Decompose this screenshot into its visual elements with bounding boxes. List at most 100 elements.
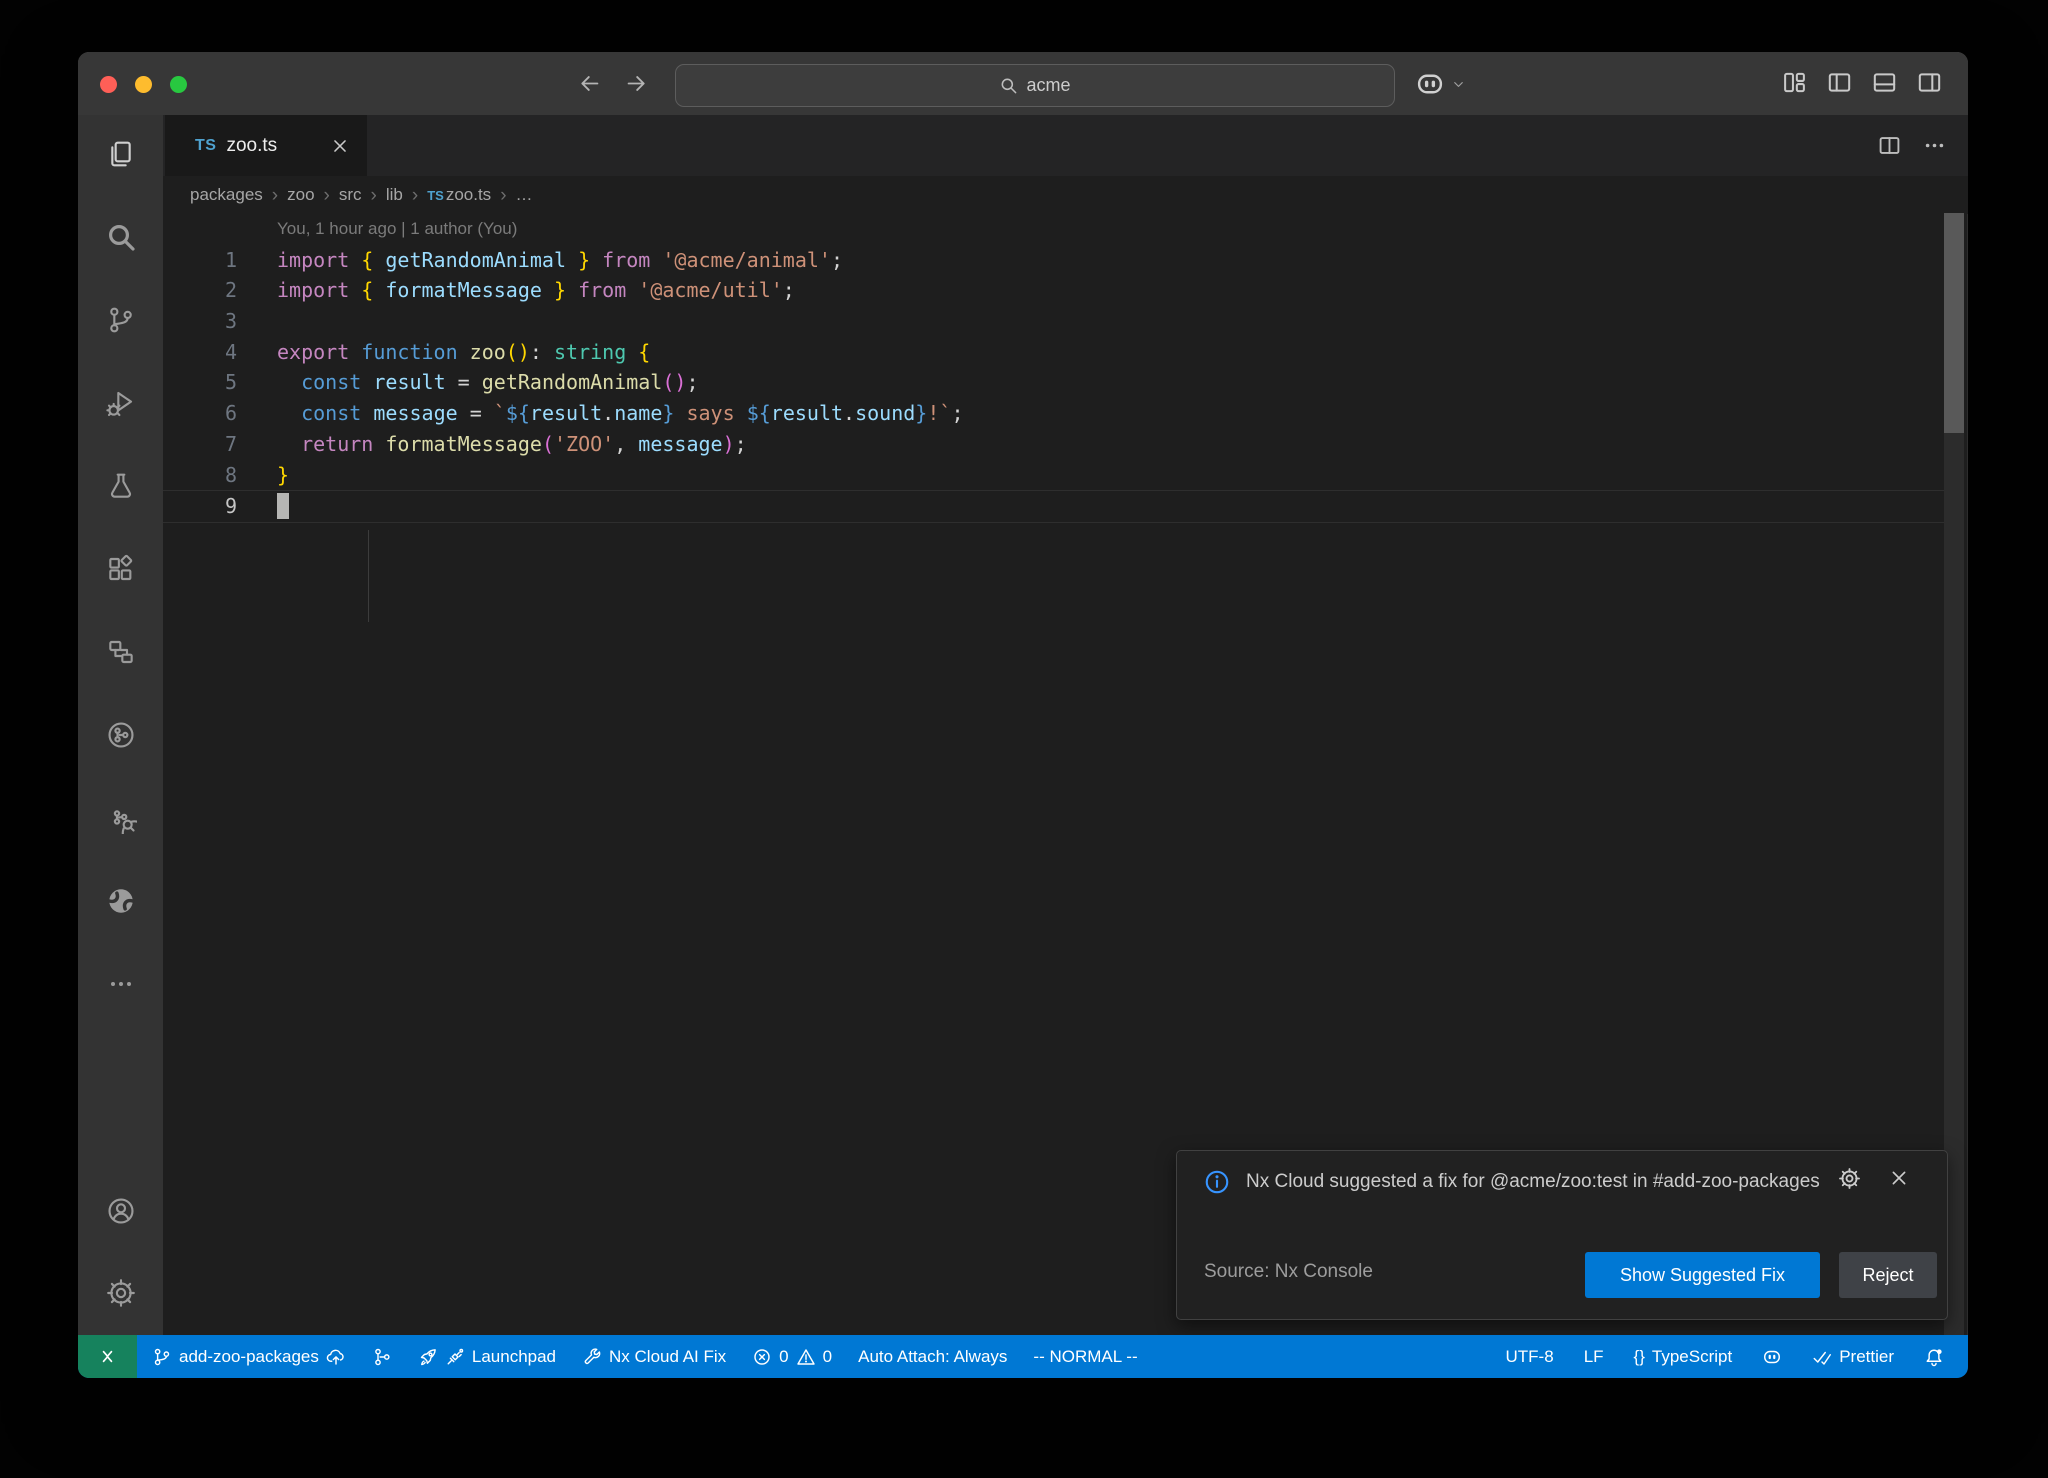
split-editor-icon[interactable] [1878,134,1901,157]
copilot-icon [1415,69,1445,99]
toggle-sidebar-icon[interactable] [1827,70,1852,95]
line-number: 6 [163,398,237,429]
show-suggested-fix-button[interactable]: Show Suggested Fix [1585,1252,1820,1298]
copilot-icon [1762,1347,1782,1367]
error-icon [752,1347,772,1367]
explorer-icon[interactable] [105,138,137,170]
notification-source: Source: Nx Console [1204,1261,1373,1283]
code-line-3: 3 [163,306,1944,337]
status-bar: add-zoo-packages Launchpad Nx Cloud AI Fix… [78,1335,1968,1378]
nx-console-icon[interactable] [105,719,137,751]
copilot-menu[interactable] [1415,69,1466,99]
editor-cursor [277,493,289,519]
line-number: 1 [163,245,237,276]
extensions-icon[interactable] [105,553,137,585]
statusbar-eol[interactable]: LF [1584,1347,1604,1367]
command-center-search[interactable]: acme [675,64,1395,107]
statusbar-vim-mode[interactable]: -- NORMAL -- [1033,1347,1137,1367]
line-number: 7 [163,429,237,460]
chevron-right-icon: › [272,186,278,205]
breadcrumb-item-zoo-ts[interactable]: TSzoo.ts [427,185,491,205]
statusbar-notifications[interactable] [1924,1347,1944,1367]
remote-icon [97,1346,118,1367]
statusbar-language[interactable]: {}TypeScript [1634,1347,1733,1367]
code-line-1: 1import { getRandomAnimal } from '@acme/… [163,245,1944,276]
typescript-file-icon: TS [427,188,444,203]
notification-close-icon[interactable] [1889,1168,1909,1188]
chevron-right-icon: › [500,186,506,205]
account-icon[interactable] [105,1195,137,1227]
console-ninja-icon[interactable] [105,885,137,917]
statusbar-encoding[interactable]: UTF-8 [1506,1347,1554,1367]
breadcrumb: packages›zoo›src›lib›TSzoo.ts›… [163,176,1968,214]
breadcrumb-item-packages[interactable]: packages [190,185,263,205]
statusbar-language-label: TypeScript [1652,1347,1732,1367]
statusbar-encoding-label: UTF-8 [1506,1347,1554,1367]
testing-icon[interactable] [105,470,137,502]
notification-settings-icon[interactable] [1838,1167,1861,1190]
tab-zoo-ts[interactable]: TS zoo.ts [165,115,367,176]
statusbar-launchpad-label: Launchpad [472,1347,556,1367]
minimize-window-button[interactable] [135,76,152,93]
search-icon[interactable] [105,221,137,253]
run-debug-icon[interactable] [105,387,137,419]
customize-layout-icon[interactable] [1782,70,1807,95]
chevron-down-icon [1451,77,1466,92]
breadcrumb-item--[interactable]: … [516,185,533,205]
statusbar-git-branch[interactable]: add-zoo-packages [152,1347,346,1367]
statusbar-launchpad[interactable]: Launchpad [418,1347,556,1367]
notification-message: Nx Cloud suggested a fix for @acme/zoo:t… [1246,1165,1820,1199]
breadcrumb-item-src[interactable]: src [339,185,362,205]
editor-more-actions-icon[interactable] [1923,134,1946,157]
toggle-panel-icon[interactable] [1872,70,1897,95]
rocket-icon [418,1347,438,1367]
code-line-6: 6 const message = `${result.name} says $… [163,398,1944,429]
close-tab-icon[interactable] [331,137,349,155]
plug-icon [445,1347,465,1367]
statusbar-nx-cloud-ai-fix[interactable]: Nx Cloud AI Fix [582,1347,726,1367]
source-control-icon[interactable] [105,304,137,336]
bell-dot-icon [1924,1347,1944,1367]
line-number: 3 [163,306,237,337]
statusbar-auto-attach[interactable]: Auto Attach: Always [858,1347,1007,1367]
breadcrumb-item-lib[interactable]: lib [386,185,403,205]
line-number: 8 [163,460,237,491]
line-number: 2 [163,275,237,306]
titlebar: acme [78,52,1968,116]
breadcrumb-item-zoo[interactable]: zoo [287,185,314,205]
line-number: 4 [163,337,237,368]
scrollbar-thumb[interactable] [1944,213,1964,433]
remote-indicator[interactable] [78,1335,137,1378]
code-editor[interactable]: You, 1 hour ago | 1 author (You)1import … [163,214,1944,523]
toggle-secondary-sidebar-icon[interactable] [1917,70,1942,95]
statusbar-copilot[interactable] [1762,1347,1782,1367]
navigate-back-icon[interactable] [578,72,601,95]
tab-label: zoo.ts [226,135,277,157]
chevron-right-icon: › [412,186,418,205]
statusbar-prettier-label: Prettier [1839,1347,1894,1367]
close-window-button[interactable] [100,76,117,93]
more-icon[interactable] [105,968,137,1000]
warning-icon [796,1347,816,1367]
activity-bar [78,115,163,1335]
git-branch-icon [152,1347,172,1367]
code-line-7: 7 return formatMessage('ZOO', message); [163,429,1944,460]
line-number: 9 [163,491,237,522]
reject-button[interactable]: Reject [1839,1252,1937,1298]
statusbar-vim-mode-label: -- NORMAL -- [1033,1347,1137,1367]
code-line-4: 4export function zoo(): string { [163,337,1944,368]
line-number: 5 [163,367,237,398]
project-structure-icon[interactable] [105,636,137,668]
statusbar-source-control-graph[interactable] [372,1347,392,1367]
search-value: acme [1026,75,1070,96]
nx-cloud-icon[interactable] [105,802,137,834]
navigate-forward-icon[interactable] [625,72,648,95]
statusbar-problems[interactable]: 00 [752,1347,832,1367]
chevron-right-icon: › [371,186,377,205]
check-all-icon [1812,1347,1832,1367]
code-line-8: 8} [163,460,1944,491]
settings-icon[interactable] [105,1277,137,1309]
indent-guide [368,530,369,622]
zoom-window-button[interactable] [170,76,187,93]
statusbar-prettier[interactable]: Prettier [1812,1347,1894,1367]
